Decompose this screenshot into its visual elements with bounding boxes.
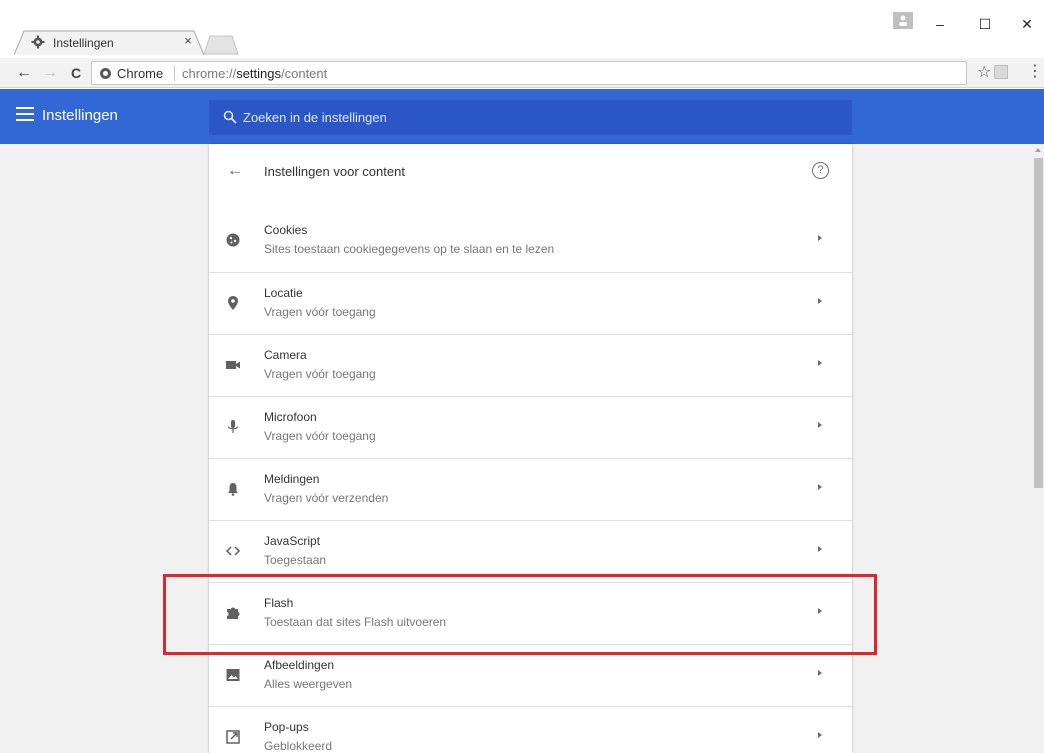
settings-header: Instellingen Zoeken in de instellingen [0,89,1044,144]
row-title: Locatie [264,286,303,300]
back-arrow-icon[interactable]: ← [227,162,243,180]
page-title: Instellingen [42,107,118,124]
chevron-right-icon [818,298,822,304]
setting-row-flash[interactable]: Flash Toestaan dat sites Flash uitvoeren [209,582,852,644]
vertical-scrollbar[interactable] [1033,144,1044,753]
profile-icon[interactable] [893,12,913,29]
help-icon[interactable]: ? [812,162,829,179]
setting-row-notifications[interactable]: Meldingen Vragen vóór verzenden [209,458,852,520]
camera-icon [226,361,240,369]
row-title: Camera [264,348,307,362]
cookie-icon [226,233,240,247]
close-window-button[interactable]: ✕ [1007,12,1044,36]
content-settings-card: ← Instellingen voor content ? Cookies Si… [209,144,852,753]
url-host: settings [236,66,281,81]
setting-row-camera[interactable]: Camera Vragen vóór toegang [209,334,852,396]
chevron-right-icon [818,360,822,366]
back-button[interactable]: ← [14,63,34,83]
browser-toolbar: ← → C Chrome chrome://settings/content [0,58,1044,88]
row-title: Microfoon [264,410,317,424]
row-subtitle: Alles weergeven [264,677,353,691]
row-subtitle: Vragen vóór toegang [264,429,376,443]
chevron-right-icon [818,732,822,738]
row-title: Flash [264,596,294,610]
chevron-right-icon [818,608,822,614]
tab-title: Instellingen [53,36,114,50]
window-titlebar: Instellingen × – ☐ ✕ [0,0,1044,58]
row-subtitle: Toegestaan [264,553,327,567]
hamburger-menu-icon[interactable] [16,107,34,121]
setting-row-microphone[interactable]: Microfoon Vragen vóór toegang [209,396,852,458]
tab-settings[interactable]: Instellingen × [14,30,204,55]
search-input[interactable]: Zoeken in de instellingen [209,100,852,135]
maximize-button[interactable]: ☐ [965,12,1005,36]
row-title: Cookies [264,223,308,237]
setting-row-images[interactable]: Afbeeldingen Alles weergeven [209,644,852,706]
gear-icon [31,35,45,49]
url-scheme: chrome:// [182,66,237,81]
url-text: chrome://settings/content [182,66,327,81]
tab-close-icon[interactable]: × [180,33,196,49]
location-icon [228,296,238,310]
omnibox-divider [174,65,175,81]
row-title: Afbeeldingen [264,658,335,672]
row-title: JavaScript [264,534,321,548]
chrome-menu-icon[interactable]: ⋮ [1027,64,1043,80]
bookmark-star-icon[interactable]: ☆ [977,62,991,82]
row-subtitle: Sites toestaan cookiegegevens op te slaa… [264,242,555,256]
puzzle-icon [227,607,240,619]
subpage-header: ← Instellingen voor content ? [209,144,852,199]
row-subtitle: Vragen vóór toegang [264,367,376,381]
forward-button[interactable]: → [40,63,60,83]
bell-icon [228,483,238,496]
chrome-icon [100,68,111,79]
setting-row-popups[interactable]: Pop-ups Geblokkeerd [209,706,852,753]
row-subtitle: Vragen vóór verzenden [264,491,389,505]
popup-icon [226,730,240,744]
row-subtitle: Geblokkeerd [264,739,333,753]
row-title: Meldingen [264,472,320,486]
setting-row-cookies[interactable]: Cookies Sites toestaan cookiegegevens op… [209,210,852,272]
secure-chip: Chrome [100,66,163,81]
chevron-right-icon [818,546,822,552]
address-bar[interactable]: Chrome chrome://settings/content [91,61,967,85]
extension-icon[interactable] [994,65,1008,79]
row-subtitle: Vragen vóór toegang [264,305,376,319]
secure-chip-label: Chrome [117,66,164,81]
image-icon [226,669,240,681]
chevron-right-icon [818,235,822,241]
chevron-right-icon [818,422,822,428]
row-subtitle: Toestaan dat sites Flash uitvoeren [264,615,447,629]
scrollbar-thumb[interactable] [1034,158,1043,488]
subpage-title: Instellingen voor content [264,164,405,179]
code-icon [225,546,241,556]
new-tab-button[interactable] [202,35,242,55]
scroll-up-arrow-icon[interactable] [1035,148,1041,152]
chevron-right-icon [818,484,822,490]
row-title: Pop-ups [264,720,309,734]
reload-button[interactable]: C [66,63,86,83]
microphone-icon [227,420,239,433]
setting-row-javascript[interactable]: JavaScript Toegestaan [209,520,852,582]
search-icon [223,110,237,124]
search-placeholder: Zoeken in de instellingen [243,110,387,125]
url-path: /content [281,66,328,81]
minimize-button[interactable]: – [920,12,960,36]
chevron-right-icon [818,670,822,676]
setting-row-location[interactable]: Locatie Vragen vóór toegang [209,272,852,334]
